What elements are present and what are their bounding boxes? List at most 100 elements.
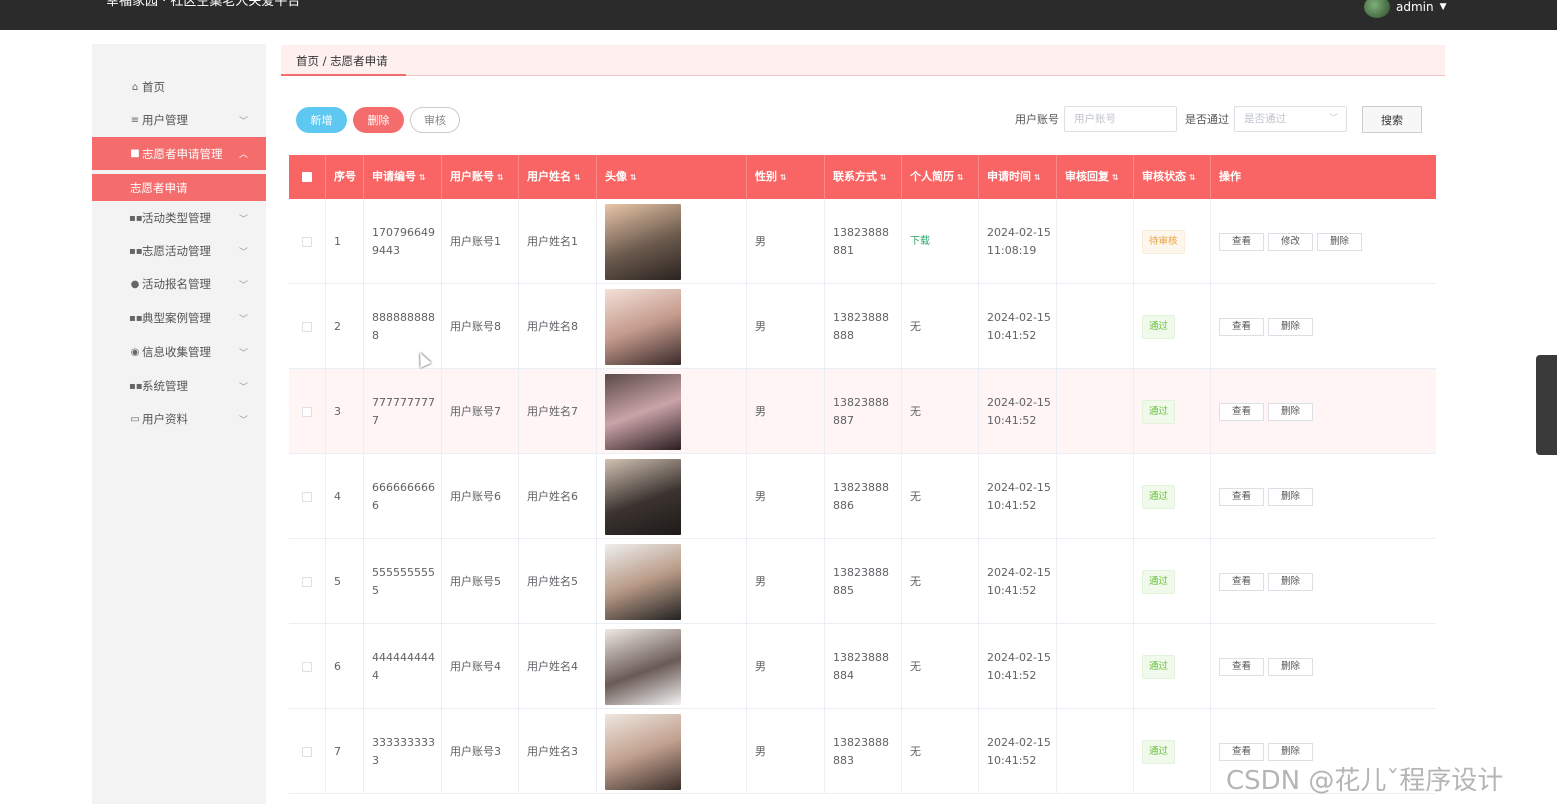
col-header[interactable]: 序号	[326, 155, 364, 199]
row-checkbox-cell[interactable]	[289, 284, 326, 369]
cell-text: 用户姓名8	[527, 319, 578, 333]
row-checkbox[interactable]	[302, 491, 312, 502]
view-button[interactable]: 查看	[1219, 232, 1264, 251]
side-panel-tab[interactable]	[1536, 355, 1557, 455]
table-row[interactable]: 6 4444444444 用户账号4 用户姓名4 男 13823888884 无 2024-0…	[289, 624, 1436, 709]
sidebar-item-info[interactable]: ◉ 信息收集管理 ﹀	[92, 339, 266, 365]
sidebar-item-case[interactable]: ▪▪ 典型案例管理 ﹀	[92, 305, 266, 331]
sidebar-item-label: 信息收集管理	[142, 345, 211, 359]
delete-button[interactable]: 删除	[353, 107, 404, 133]
sidebar-subitem-volunteer-apply[interactable]: 志愿者申请	[92, 174, 266, 201]
download-link[interactable]: 下载	[910, 233, 930, 251]
avatar-photo	[605, 628, 681, 705]
username[interactable]: admin	[1396, 0, 1434, 14]
sidebar-item-system[interactable]: ▪▪ 系统管理 ﹀	[92, 373, 266, 399]
table-row[interactable]: 3 7777777777 用户账号7 用户姓名7 男 13823888887 无 2024-0…	[289, 369, 1436, 454]
cell-resume[interactable]: 下载	[902, 199, 979, 284]
view-button[interactable]: 查看	[1219, 402, 1264, 421]
row-delete-button[interactable]: 删除	[1268, 657, 1313, 676]
cell-avatar	[597, 284, 747, 369]
status-badge: 待审核	[1142, 229, 1185, 254]
sidebar-item-home[interactable]: ⌂ 首页	[92, 74, 266, 100]
view-button[interactable]: 查看	[1219, 572, 1264, 591]
table-row[interactable]: 5 5555555555 用户账号5 用户姓名5 男 13823888885 无 2024-0…	[289, 539, 1436, 624]
cell-text: 3	[334, 404, 341, 418]
col-header[interactable]: 审核回复 ⇅	[1057, 155, 1134, 199]
caret-down-icon[interactable]: ▼	[1440, 2, 1447, 12]
row-delete-button[interactable]: 删除	[1268, 317, 1313, 336]
edit-button[interactable]: 修改	[1268, 232, 1313, 251]
col-header[interactable]: 用户账号 ⇅	[442, 155, 519, 199]
account-search-input[interactable]: 用户账号	[1064, 106, 1177, 132]
row-checkbox-cell[interactable]	[289, 709, 326, 794]
col-header[interactable]: 联系方式 ⇅	[825, 155, 902, 199]
row-checkbox[interactable]	[302, 236, 312, 247]
table-row[interactable]: 1 1707966499443 用户账号1 用户姓名1 男 13823888881 下载 20…	[289, 199, 1436, 284]
row-checkbox-cell[interactable]	[289, 369, 326, 454]
view-button[interactable]: 查看	[1219, 742, 1264, 761]
row-delete-button[interactable]: 删除	[1268, 572, 1313, 591]
cell-avatar	[597, 199, 747, 284]
cell-text: 2024-02-15 10:41:52	[987, 650, 1051, 682]
sidebar-item-label: 志愿活动管理	[142, 244, 211, 258]
sort-icon: ⇅	[957, 173, 964, 182]
row-delete-button[interactable]: 删除	[1268, 402, 1313, 421]
home-icon: ⌂	[131, 81, 139, 93]
row-checkbox[interactable]	[302, 576, 312, 587]
col-header[interactable]: 申请时间 ⇅	[979, 155, 1057, 199]
search-button[interactable]: 搜索	[1362, 106, 1422, 133]
row-checkbox-cell[interactable]	[289, 539, 326, 624]
cell-text: 5	[334, 574, 341, 588]
cell-reply	[1057, 539, 1134, 624]
sidebar-item-users[interactable]: ≡ 用户管理 ﹀	[92, 107, 266, 133]
cell-text: 5555555555	[372, 565, 435, 597]
audit-button[interactable]: 审核	[410, 107, 460, 133]
cell-text: 13823888883	[833, 735, 889, 767]
select-all-checkbox[interactable]	[289, 155, 326, 199]
pass-select[interactable]: 是否通过 ﹀	[1234, 106, 1347, 132]
sidebar-item-activity-type[interactable]: ▪▪ 活动类型管理 ﹀	[92, 205, 266, 231]
row-checkbox-cell[interactable]	[289, 624, 326, 709]
cell-name: 用户姓名4	[519, 624, 597, 709]
col-header[interactable]: 用户姓名 ⇅	[519, 155, 597, 199]
row-delete-button[interactable]: 删除	[1268, 487, 1313, 506]
sidebar-item-volunteer-apply[interactable]: ■ 志愿者申请管理 ︿	[92, 137, 266, 170]
sort-icon: ⇅	[1112, 173, 1119, 182]
row-checkbox[interactable]	[302, 406, 312, 417]
cell-text: 2024-02-15 11:08:19	[987, 225, 1051, 257]
user-menu[interactable]: admin ▼	[1364, 0, 1447, 18]
grid-icon: ▪▪	[129, 312, 143, 324]
table-header: 序号 申请编号 ⇅ 用户账号 ⇅ 用户姓名 ⇅ 头像 ⇅ 性别 ⇅ 联系方式 ⇅ 个人简历 ⇅…	[289, 155, 1436, 199]
add-button[interactable]: 新增	[296, 107, 347, 133]
row-checkbox-cell[interactable]	[289, 199, 326, 284]
tab-underline	[281, 74, 406, 76]
sidebar-item-activity-signup[interactable]: ● 活动报名管理 ﹀	[92, 271, 266, 297]
view-button[interactable]: 查看	[1219, 657, 1264, 676]
cell-phone: 13823888884	[825, 624, 902, 709]
table-row[interactable]: 2 8888888888 用户账号8 用户姓名8 男 13823888888 无 2024-0…	[289, 284, 1436, 369]
sidebar-item-volunteer-activity[interactable]: ▪▪ 志愿活动管理 ﹀	[92, 238, 266, 264]
row-delete-button[interactable]: 删除	[1268, 742, 1313, 761]
col-header[interactable]: 审核状态 ⇅	[1134, 155, 1211, 199]
col-header[interactable]: 性别 ⇅	[747, 155, 825, 199]
col-header[interactable]: 头像 ⇅	[597, 155, 747, 199]
row-checkbox[interactable]	[302, 661, 312, 672]
cell-avatar	[597, 709, 747, 794]
sidebar-item-profile[interactable]: ▭ 用户资料 ﹀	[92, 406, 266, 432]
cell-phone: 13823888888	[825, 284, 902, 369]
cell-text: 用户账号6	[450, 489, 501, 503]
view-button[interactable]: 查看	[1219, 317, 1264, 336]
col-header[interactable]: 申请编号 ⇅	[364, 155, 442, 199]
table-row[interactable]: 4 6666666666 用户账号6 用户姓名6 男 13823888886 无 2024-0…	[289, 454, 1436, 539]
row-checkbox-cell[interactable]	[289, 454, 326, 539]
view-button[interactable]: 查看	[1219, 487, 1264, 506]
cell-text: 男	[755, 744, 766, 758]
row-checkbox[interactable]	[302, 746, 312, 757]
breadcrumb[interactable]: 首页 / 志愿者申请	[296, 53, 388, 69]
avatar[interactable]	[1364, 0, 1390, 18]
row-checkbox[interactable]	[302, 321, 312, 332]
chevron-down-icon: ﹀	[239, 214, 249, 225]
col-header[interactable]: 个人简历 ⇅	[902, 155, 979, 199]
row-delete-button[interactable]: 删除	[1317, 232, 1362, 251]
cell-text: 13823888881	[833, 225, 889, 257]
